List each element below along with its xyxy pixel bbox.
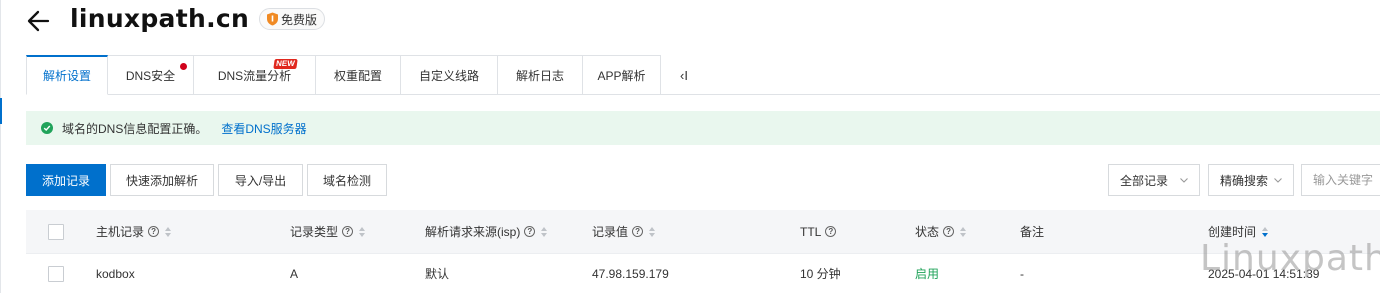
sort-icon[interactable] bbox=[649, 226, 656, 237]
record-filter-select[interactable]: 全部记录 bbox=[1108, 164, 1200, 196]
left-nav-indicator bbox=[0, 98, 2, 124]
column-host: 主机记录 ? bbox=[96, 210, 172, 253]
sort-icon[interactable] bbox=[165, 226, 172, 237]
sort-icon[interactable] bbox=[1262, 226, 1269, 237]
row-checkbox[interactable] bbox=[48, 265, 64, 282]
column-remark: 备注 bbox=[1020, 210, 1044, 253]
keyword-search-input[interactable] bbox=[1301, 164, 1380, 196]
chevron-down-icon bbox=[1180, 178, 1188, 183]
column-value: 记录值 ? bbox=[592, 210, 656, 253]
sort-icon[interactable] bbox=[960, 226, 967, 237]
edition-label: 免费版 bbox=[281, 12, 318, 27]
tab-label: 自定义线路 bbox=[418, 68, 479, 83]
tab-label: DNS安全 bbox=[125, 68, 176, 83]
record-filter-value: 全部记录 bbox=[1120, 173, 1169, 188]
add-record-button[interactable]: 添加记录 bbox=[26, 164, 106, 196]
cell-created: 2025-04-01 14:51:39 bbox=[1208, 266, 1320, 281]
tab-dns-security[interactable]: DNS安全 bbox=[108, 55, 194, 95]
sort-icon[interactable] bbox=[541, 226, 548, 237]
check-circle-icon bbox=[41, 122, 53, 134]
column-value-label: 记录值 bbox=[592, 225, 629, 239]
quick-add-button[interactable]: 快速添加解析 bbox=[110, 164, 214, 196]
dns-status-alert: 域名的DNS信息配置正确。 查看DNS服务器 bbox=[26, 111, 1380, 145]
help-icon[interactable]: ? bbox=[943, 226, 955, 237]
shield-icon bbox=[267, 12, 278, 26]
select-all-checkbox[interactable] bbox=[48, 223, 64, 240]
tab-custom-line[interactable]: 自定义线路 bbox=[401, 55, 498, 95]
tab-app-dns[interactable]: APP解析 bbox=[583, 55, 661, 95]
column-type: 记录类型 ? bbox=[290, 210, 366, 253]
notification-dot bbox=[180, 63, 187, 70]
search-mode-select[interactable]: 精确搜索 bbox=[1208, 164, 1294, 196]
cell-value: 47.98.159.179 bbox=[592, 266, 669, 281]
column-isp-label: 解析请求来源(isp) bbox=[425, 225, 521, 239]
view-dns-servers-link[interactable]: 查看DNS服务器 bbox=[221, 120, 306, 137]
help-icon[interactable]: ? bbox=[524, 226, 536, 237]
table-header: 主机记录 ? 记录类型 ? 解析请求来源(isp) ? 记录值 ? TTL ? … bbox=[26, 210, 1380, 253]
column-status-label: 状态 bbox=[915, 225, 940, 239]
tabs-collapse-icon[interactable]: ‹I bbox=[680, 68, 688, 83]
alert-message: 域名的DNS信息配置正确。 bbox=[62, 121, 208, 136]
table-row: kodbox A 默认 47.98.159.179 10 分钟 启用 - 202… bbox=[26, 253, 1380, 293]
sort-icon[interactable] bbox=[359, 226, 366, 237]
tab-dns-settings[interactable]: 解析设置 bbox=[26, 55, 108, 95]
cell-status: 启用 bbox=[915, 267, 940, 281]
tab-dns-log[interactable]: 解析日志 bbox=[498, 55, 583, 95]
tab-label: 解析设置 bbox=[42, 69, 91, 83]
tab-bar: 解析设置 DNS安全 DNS流量分析 NEW 权重配置 自定义线路 解析日志 A… bbox=[26, 55, 661, 95]
column-host-label: 主机记录 bbox=[96, 225, 145, 239]
edition-badge: 免费版 bbox=[259, 8, 326, 30]
column-ttl-label: TTL bbox=[800, 224, 822, 239]
column-status: 状态 ? bbox=[915, 210, 967, 253]
column-ttl: TTL ? bbox=[800, 210, 837, 253]
column-created: 创建时间 bbox=[1208, 210, 1269, 253]
tabs-divider bbox=[660, 94, 1380, 95]
help-icon[interactable]: ? bbox=[825, 226, 837, 237]
help-icon[interactable]: ? bbox=[148, 226, 160, 237]
cell-remark: - bbox=[1020, 266, 1024, 281]
cell-host: kodbox bbox=[96, 266, 135, 281]
left-border bbox=[0, 0, 1, 293]
search-mode-value: 精确搜索 bbox=[1220, 173, 1269, 188]
column-remark-label: 备注 bbox=[1020, 225, 1045, 239]
column-isp: 解析请求来源(isp) ? bbox=[425, 210, 548, 253]
back-arrow-icon[interactable] bbox=[26, 8, 52, 34]
column-type-label: 记录类型 bbox=[290, 225, 339, 239]
help-icon[interactable]: ? bbox=[632, 226, 644, 237]
chevron-down-icon bbox=[1274, 178, 1282, 183]
new-badge: NEW bbox=[273, 59, 298, 69]
domain-check-button[interactable]: 域名检测 bbox=[307, 164, 387, 196]
import-export-button[interactable]: 导入/导出 bbox=[218, 164, 303, 196]
column-created-label: 创建时间 bbox=[1208, 225, 1257, 239]
cell-ttl: 10 分钟 bbox=[800, 267, 841, 281]
domain-title: linuxpath.cn bbox=[70, 4, 250, 33]
cell-type: A bbox=[290, 266, 299, 281]
tab-label: DNS流量分析 bbox=[217, 68, 292, 83]
tab-label: 权重配置 bbox=[333, 68, 382, 83]
tab-dns-traffic[interactable]: DNS流量分析 NEW bbox=[194, 55, 316, 95]
tab-label: 解析日志 bbox=[515, 68, 564, 83]
tab-weight-config[interactable]: 权重配置 bbox=[316, 55, 401, 95]
help-icon[interactable]: ? bbox=[342, 226, 354, 237]
cell-isp: 默认 bbox=[425, 267, 450, 281]
tab-label: APP解析 bbox=[597, 68, 646, 83]
